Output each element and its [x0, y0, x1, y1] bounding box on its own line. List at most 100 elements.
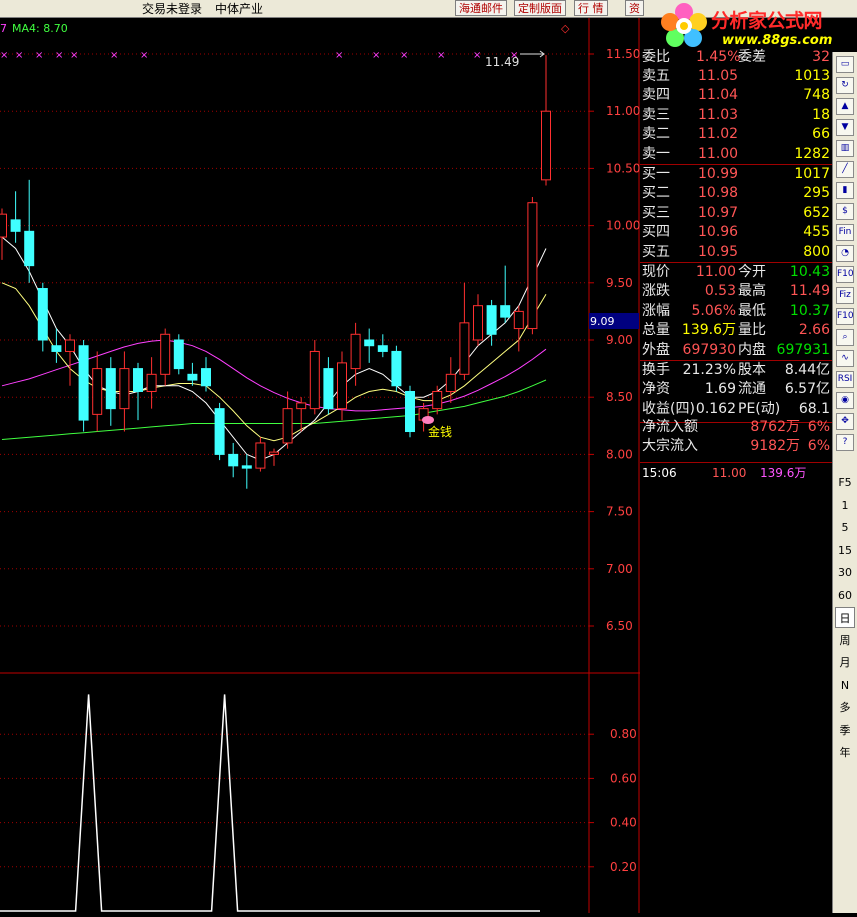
window-icon[interactable]: ▭ — [836, 56, 854, 73]
candle[interactable] — [282, 391, 293, 449]
ask-row: 卖二 11.02 66 — [642, 126, 830, 143]
price-tick-label: 10.50 — [606, 161, 640, 175]
stat-row: 涨幅 5.06% 最低 10.37 — [642, 302, 830, 319]
candle[interactable] — [78, 340, 89, 432]
candle[interactable] — [187, 362, 198, 386]
candle[interactable] — [51, 328, 62, 363]
kline-icon[interactable]: ▮ — [836, 182, 854, 199]
kline-chart[interactable]: × × × × × × × × × × × × × 11.50 11.00 10.50 10.00 9.50 9.… — [0, 18, 640, 913]
price-tick-label: 6.50 — [606, 619, 633, 633]
candle[interactable] — [201, 357, 211, 392]
period-10[interactable]: 多 — [835, 697, 855, 718]
candle[interactable] — [105, 357, 116, 426]
cross-icon[interactable]: ✥ — [836, 413, 854, 430]
price-tick-label: 7.50 — [606, 505, 633, 519]
period-9[interactable]: N — [835, 675, 855, 696]
stat2-row: 净资 1.69 流通 6.57亿 — [642, 381, 830, 398]
help-icon[interactable]: ? — [836, 434, 854, 451]
candle[interactable] — [37, 282, 48, 352]
ask-row: 卖三 11.03 18 — [642, 106, 830, 123]
candle[interactable] — [160, 328, 171, 386]
ma-prefix: 7 — [0, 22, 7, 35]
x-marker: × — [35, 50, 43, 61]
x-markers: × × × × × × × × × × × × × — [0, 50, 518, 61]
candle[interactable] — [119, 351, 130, 432]
period-12[interactable]: 年 — [835, 742, 855, 763]
candle[interactable] — [405, 385, 415, 438]
rsi-icon[interactable]: RSI — [836, 371, 854, 388]
quote-button[interactable]: 行 情 — [574, 0, 608, 16]
candle[interactable] — [459, 282, 470, 381]
bid-row: 买三 10.97 652 — [642, 204, 830, 221]
candle[interactable] — [0, 208, 7, 260]
stat-row: 涨跌 0.53 最高 11.49 — [642, 283, 830, 300]
candle[interactable] — [500, 265, 511, 323]
candle[interactable] — [10, 191, 21, 243]
pie-icon[interactable]: ◔ — [836, 245, 854, 262]
candle[interactable] — [65, 334, 75, 386]
ask-row: 卖一 11.00 1282 — [642, 145, 830, 162]
candle[interactable] — [391, 345, 402, 392]
mail-button[interactable]: 海通邮件 — [455, 0, 507, 16]
candle[interactable] — [228, 442, 239, 478]
bid-row: 买五 10.95 800 — [642, 243, 830, 260]
indicator-tick-label: 0.80 — [610, 727, 637, 741]
price-tick-label: 7.00 — [606, 562, 633, 576]
current-price-text: 9.09 — [590, 315, 615, 328]
candle[interactable] — [513, 305, 524, 352]
candle[interactable] — [541, 55, 551, 186]
chart-canvas[interactable]: × × × × × × × × × × × × × 11.5011.0010.5010.009.509.… — [0, 18, 640, 913]
corner-marker: ◇ — [561, 22, 570, 35]
ma4-label: MA4: 8.70 — [12, 22, 68, 35]
period-8[interactable]: 月 — [835, 652, 855, 673]
candle[interactable] — [486, 299, 497, 346]
line-chart-icon[interactable]: ╱ — [836, 161, 854, 178]
refresh-icon[interactable]: ↻ — [836, 77, 854, 94]
bid-row: 买四 10.96 455 — [642, 224, 830, 241]
price-tick-label: 8.50 — [606, 390, 633, 404]
zoom-icon[interactable]: ⌕ — [836, 329, 854, 346]
candle[interactable] — [323, 357, 334, 415]
f10b-icon[interactable]: F10 — [836, 308, 854, 325]
candle[interactable] — [173, 334, 184, 375]
wave-icon[interactable]: ∿ — [836, 350, 854, 367]
money-icon[interactable]: $ — [836, 203, 854, 220]
period-6[interactable]: 日 — [835, 607, 855, 628]
pin-icon[interactable]: ◉ — [836, 392, 854, 409]
f10-icon[interactable]: F10 — [836, 266, 854, 283]
period-2[interactable]: 5 — [835, 517, 855, 538]
period-1[interactable]: 1 — [835, 495, 855, 516]
candle[interactable] — [364, 328, 375, 363]
period-4[interactable]: 30 — [835, 562, 855, 583]
chart-icon[interactable]: ▥ — [836, 140, 854, 157]
candle[interactable] — [133, 362, 143, 421]
down-arrow-icon[interactable]: ▼ — [836, 119, 854, 136]
up-arrow-icon[interactable]: ▲ — [836, 98, 854, 115]
period-0[interactable]: F5 — [835, 472, 855, 493]
candle[interactable] — [527, 197, 538, 335]
candle[interactable] — [241, 454, 252, 489]
fin-icon[interactable]: Fin — [836, 224, 854, 241]
fiz-icon[interactable]: Fiz — [836, 287, 854, 304]
right-toolbar: ▭ ↻ ▲ ▼ ▥ ╱ ▮ $ Fin ◔ F10 Fiz F10 ⌕ ∿ RSI ◉ ✥? F5 1 5 15 30 60 日… — [832, 52, 857, 913]
candle[interactable] — [377, 334, 388, 358]
layout-button[interactable]: 定制版面 — [514, 0, 566, 16]
info-button[interactable]: 资 — [625, 0, 644, 16]
period-5[interactable]: 60 — [835, 585, 855, 606]
candle[interactable] — [24, 179, 35, 283]
period-3[interactable]: 15 — [835, 540, 855, 561]
tick-row: 15:06 11.00 139.6万 — [642, 466, 807, 480]
price-tick-label: 9.00 — [606, 333, 633, 347]
x-marker: × — [0, 50, 8, 61]
candle[interactable] — [309, 340, 320, 415]
sector-label: 中体产业 — [215, 2, 264, 16]
candle[interactable] — [146, 357, 157, 409]
period-7[interactable]: 周 — [835, 630, 855, 651]
candle[interactable] — [92, 351, 103, 432]
candle[interactable] — [255, 437, 266, 472]
period-11[interactable]: 季 — [835, 720, 855, 741]
site-logo: 分析家公式网 www.88gs.com — [656, 0, 857, 52]
candle[interactable] — [473, 294, 483, 346]
indicator-tick-label: 0.20 — [610, 860, 637, 874]
candle[interactable] — [214, 402, 225, 461]
